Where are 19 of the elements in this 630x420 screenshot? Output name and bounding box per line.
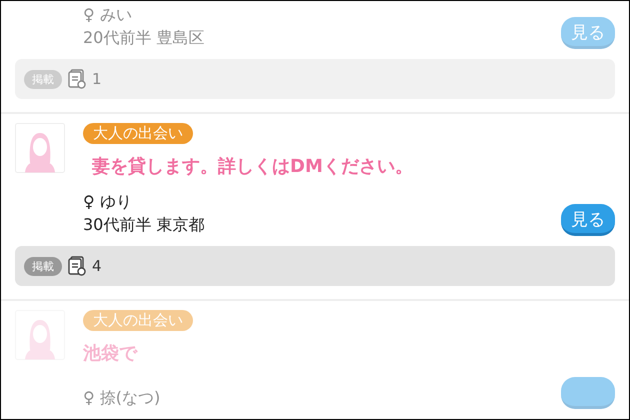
document-icon (68, 256, 86, 276)
posted-badge: 掲載 (24, 256, 62, 276)
user-name: ♀ 捺(なつ) (83, 387, 160, 409)
post-count: 1 (92, 70, 102, 88)
user-name: ♀ みい (83, 4, 133, 26)
post-count: 4 (92, 257, 102, 275)
category-tag: 大人の出会い (83, 123, 193, 144)
post-title: 池袋で (83, 342, 139, 365)
age-area: 20代前半 豊島区 (83, 26, 204, 49)
avatar-icon (15, 310, 65, 360)
category-tag: 大人の出会い (83, 310, 193, 331)
view-button[interactable] (561, 377, 615, 409)
post-title: 妻を貸します。詳しくはDMください。 (91, 155, 414, 178)
view-button[interactable]: 見る (561, 204, 615, 236)
age-area: 30代前半 東京都 (83, 213, 204, 236)
avatar-icon (15, 123, 65, 173)
view-button[interactable]: 見る (561, 17, 615, 49)
user-name: ♀ ゆり (83, 191, 133, 213)
document-icon (68, 69, 86, 89)
